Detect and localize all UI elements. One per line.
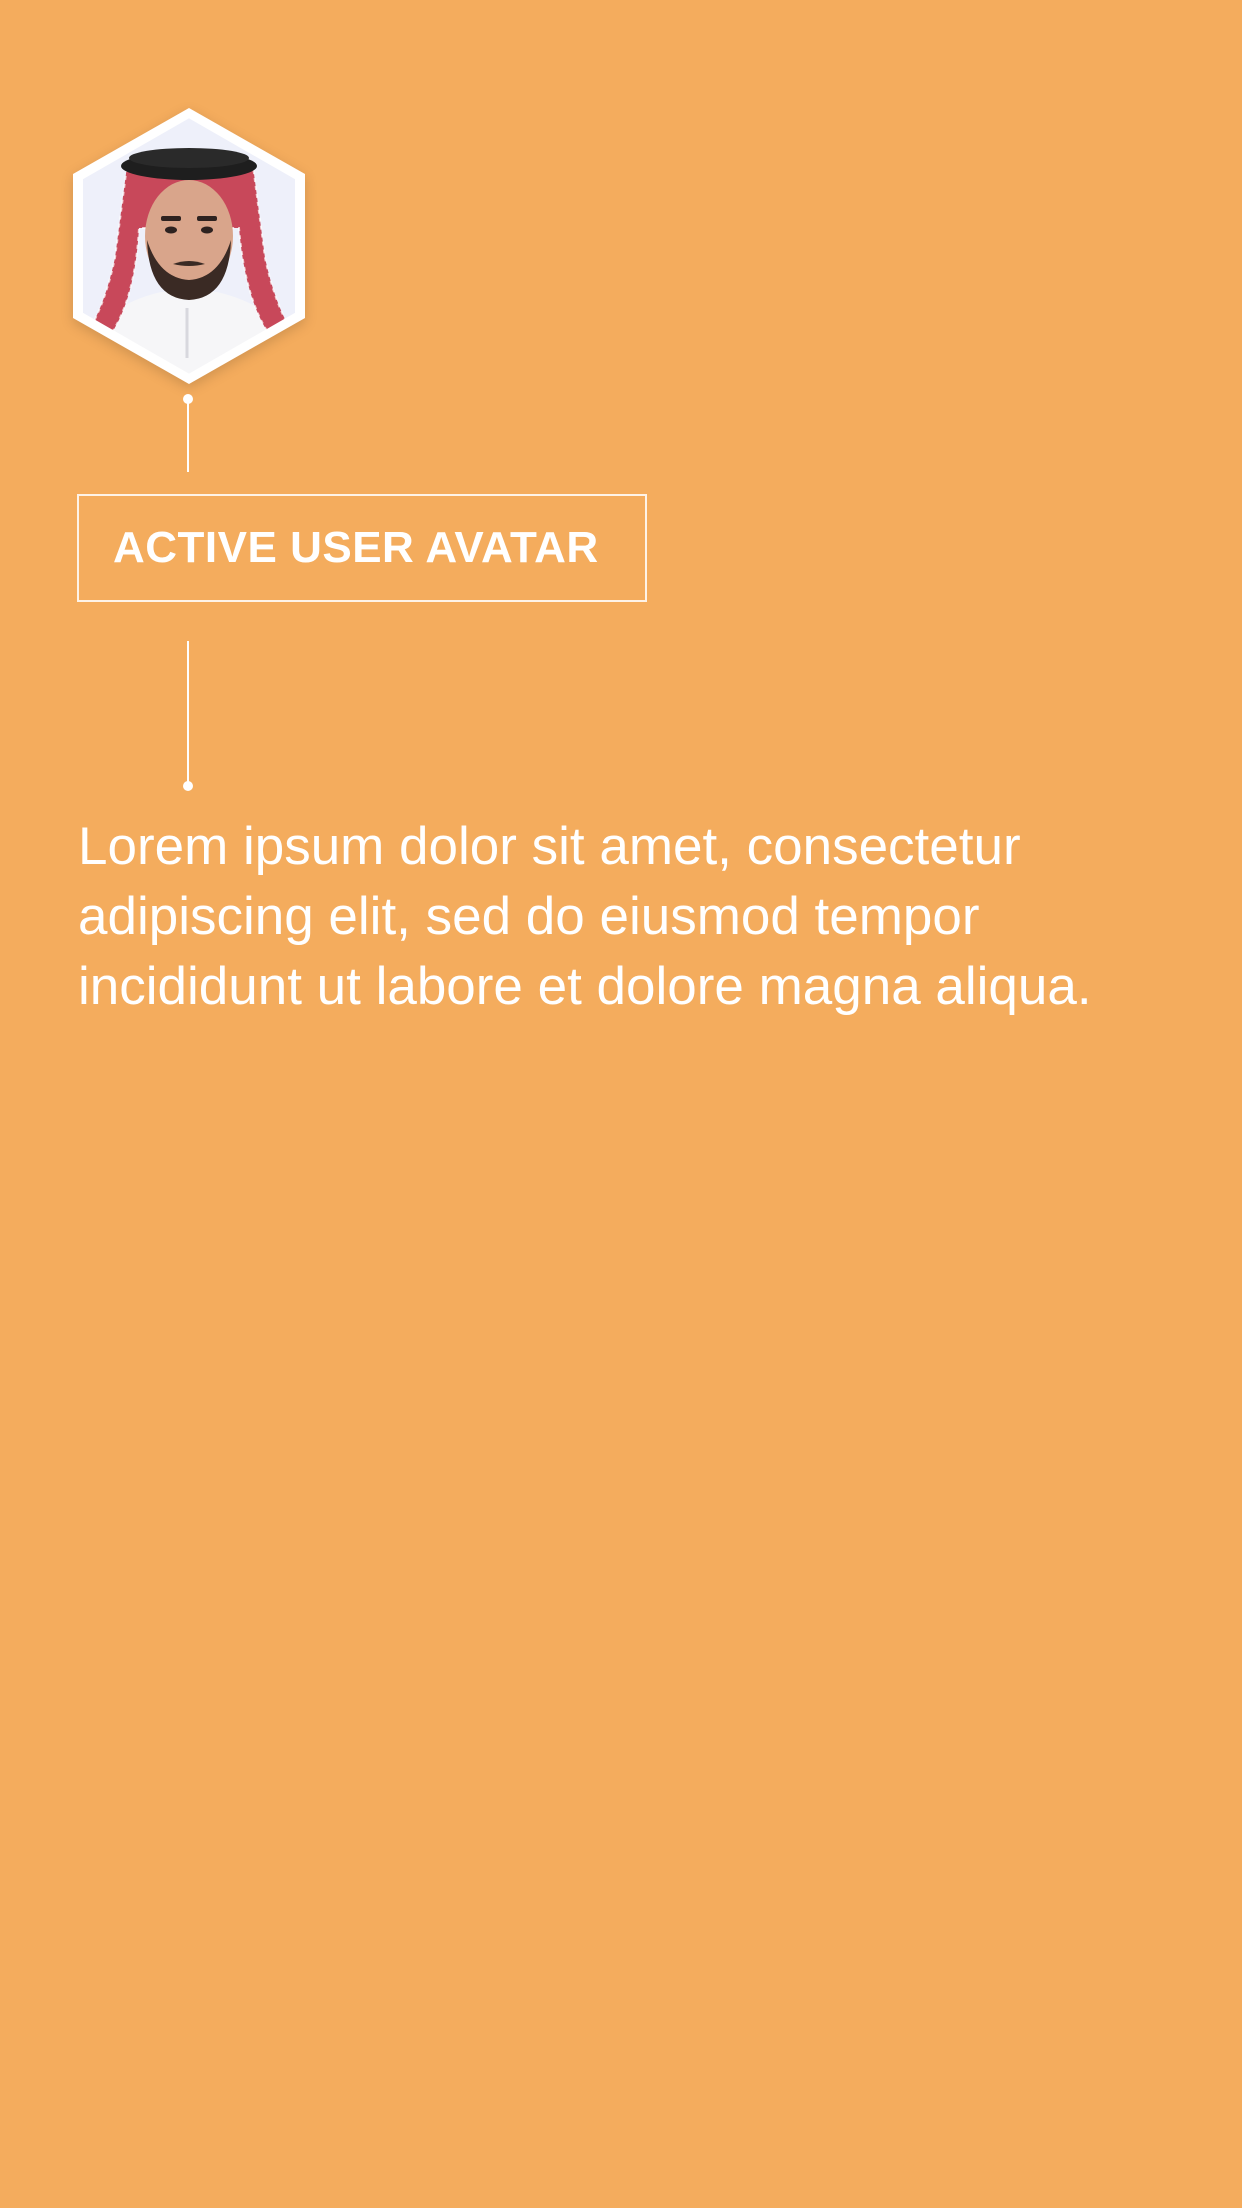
description-text: Lorem ipsum dolor sit amet, consectetur … (78, 817, 1092, 1016)
connector-line-top (187, 400, 189, 472)
connector-line-bottom (187, 641, 189, 783)
avatar-label-box: ACTIVE USER AVATAR (77, 494, 647, 602)
connector-dot-bottom (183, 781, 193, 791)
user-avatar[interactable] (69, 108, 309, 384)
avatar-label: ACTIVE USER AVATAR (113, 523, 599, 572)
avatar-photo-icon (73, 108, 305, 384)
